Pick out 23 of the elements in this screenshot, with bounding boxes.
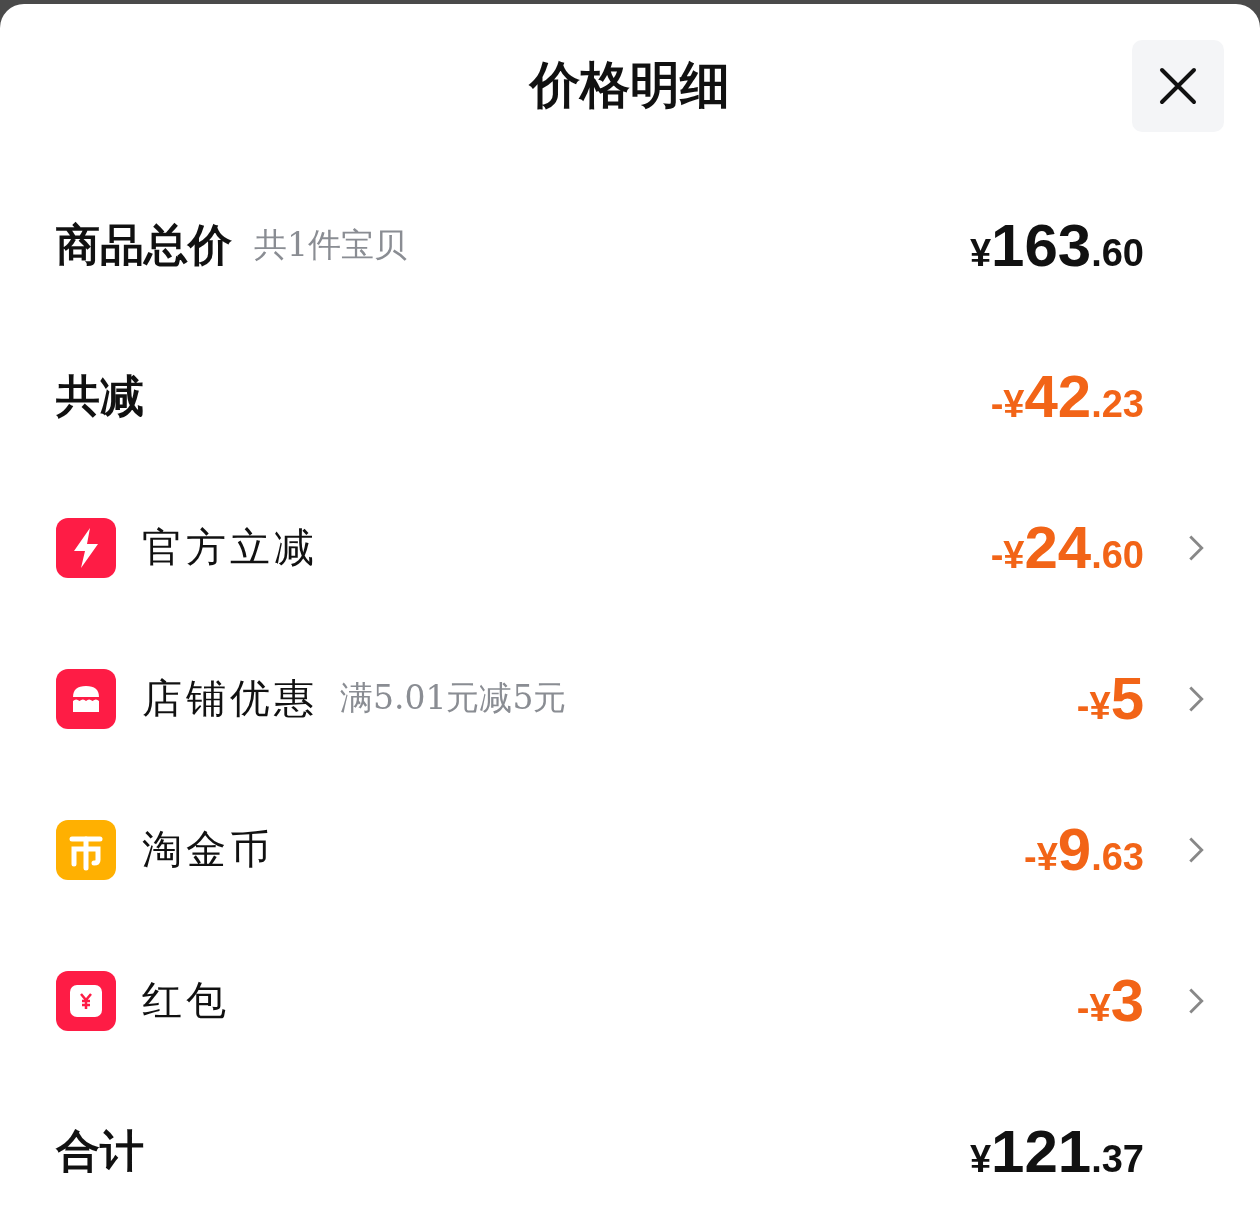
close-button[interactable] [1132,40,1224,132]
price-amount: ¥163.60 [969,211,1144,280]
row-label: 商品总价 [56,218,232,272]
sheet-title: 价格明细 [530,53,730,116]
chevron-icon[interactable] [1188,986,1204,1015]
close-icon [1158,66,1198,106]
price-amount: ¥121.37 [969,1117,1144,1186]
price-amount: -¥9.63 [1024,815,1144,884]
price-amount: -¥3 [1076,966,1144,1035]
row-note: 共1件宝贝 [254,224,407,266]
price-amount: -¥42.23 [990,362,1144,431]
chevron-icon[interactable] [1188,684,1204,713]
chevron-icon[interactable] [1188,533,1204,562]
chevron-icon[interactable] [1188,835,1204,864]
row-label: 合计 [56,1124,144,1178]
row-label: 淘金币 [142,825,274,874]
row-label: 共减 [56,369,144,423]
price-amount: -¥24.60 [990,513,1144,582]
row-label: 红包 [142,976,230,1025]
row-note: 满5.01元减5元 [340,677,567,719]
price-amount: -¥5 [1076,664,1144,733]
row-label: 店铺优惠 [142,674,318,723]
row-label: 官方立减 [142,523,318,572]
